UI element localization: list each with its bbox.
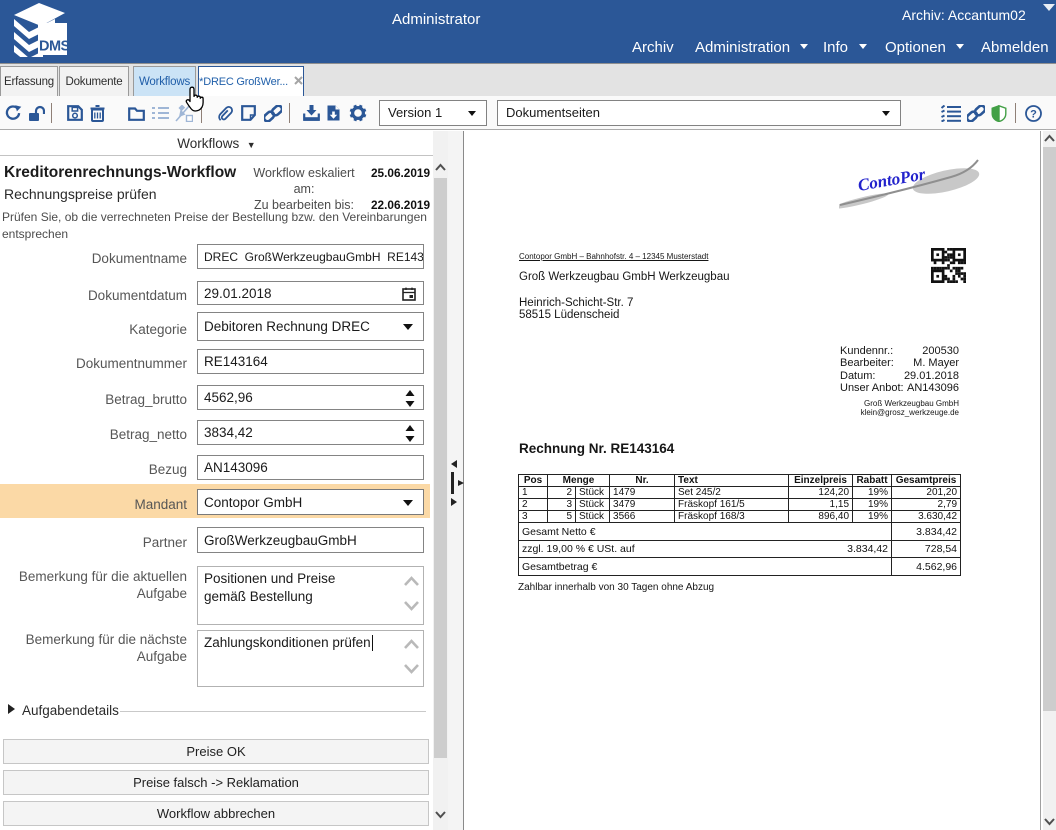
svg-text:DMS: DMS bbox=[39, 39, 69, 55]
svg-text:?: ? bbox=[1030, 108, 1037, 120]
